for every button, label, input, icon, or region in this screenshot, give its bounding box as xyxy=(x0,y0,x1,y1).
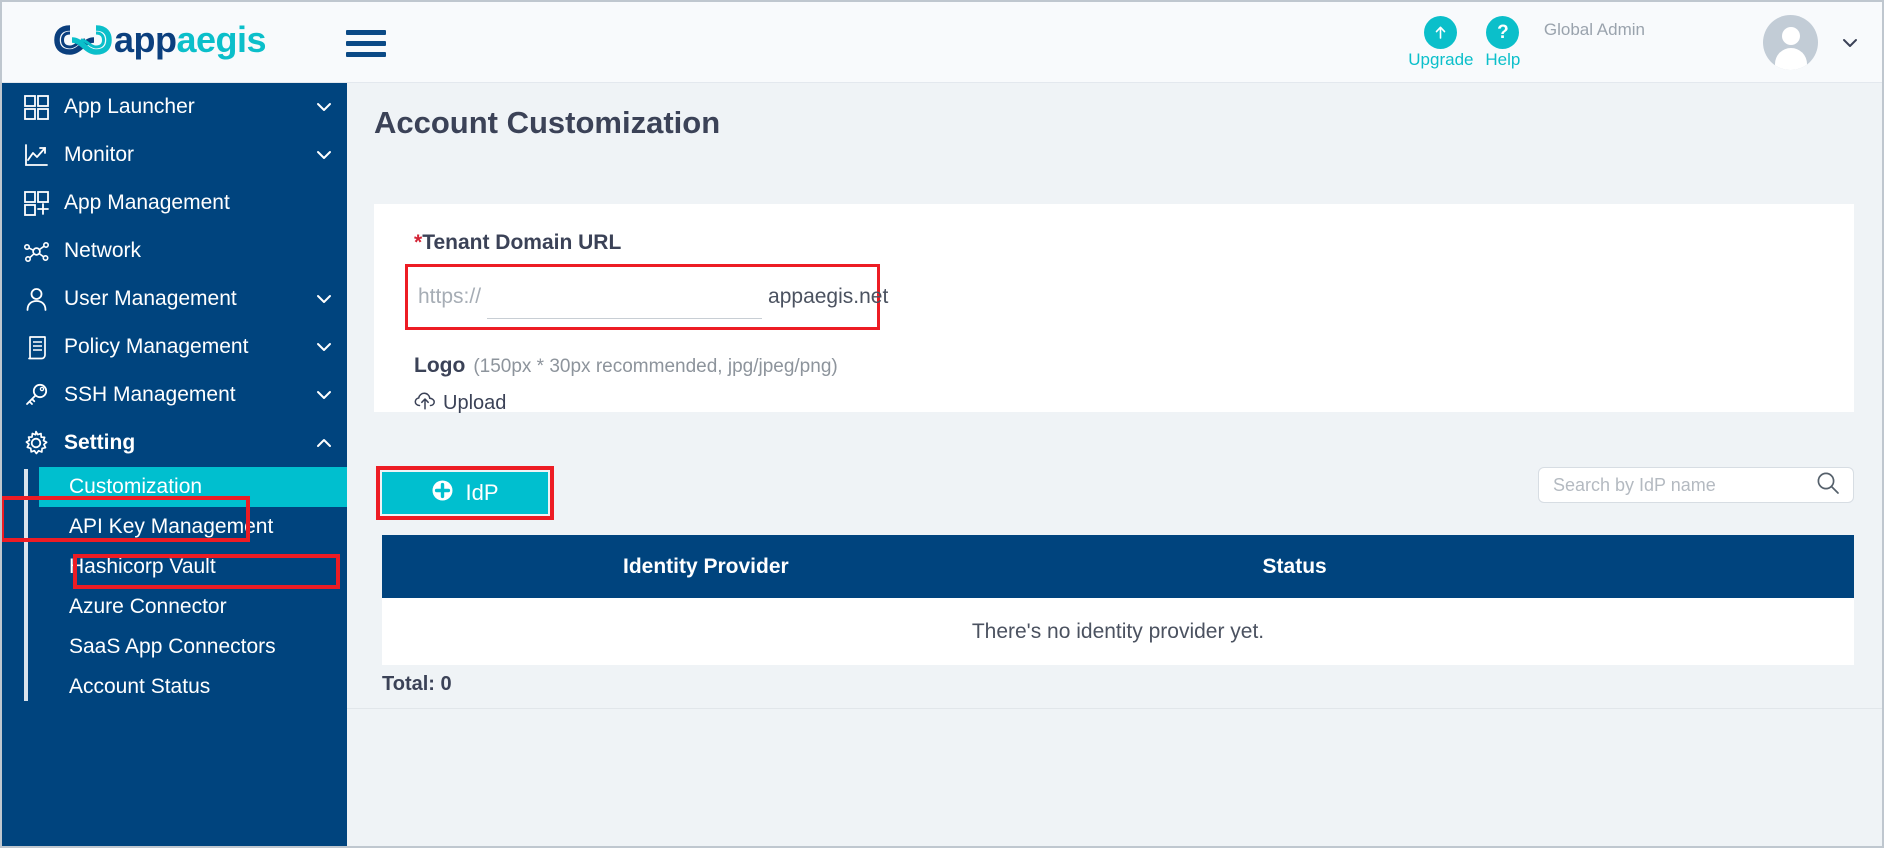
url-suffix-label: appaegis.net xyxy=(768,285,889,308)
sidebar-item-app-management[interactable]: App Management xyxy=(2,179,347,227)
column-header-status: Status xyxy=(1262,554,1327,578)
sidebar-item-label: User Management xyxy=(64,287,237,310)
sidebar-subitem-label: Customization xyxy=(69,475,203,498)
logo-section-label: Logo (150px * 30px recommended, jpg/jpeg… xyxy=(414,354,838,378)
sidebar-item-monitor[interactable]: Monitor xyxy=(2,131,347,179)
upload-label: Upload xyxy=(443,392,507,414)
sidebar-subitem-label: SaaS App Connectors xyxy=(69,635,276,658)
plus-circle-icon xyxy=(431,479,454,507)
sidebar-item-azure-connector[interactable]: Azure Connector xyxy=(2,587,347,627)
role-label: Global Admin xyxy=(1543,20,1645,39)
logo-label: Logo xyxy=(414,354,466,377)
chart-line-icon xyxy=(16,140,56,170)
sidebar-subitem-label: Azure Connector xyxy=(69,595,227,618)
document-icon xyxy=(16,332,56,362)
sidebar-subitem-label: Hashicorp Vault xyxy=(69,555,216,578)
sidebar-item-label: Network xyxy=(64,239,142,262)
sidebar-item-label: Setting xyxy=(64,431,136,454)
chevron-down-icon xyxy=(317,343,331,351)
column-header-identity-provider: Identity Provider xyxy=(622,554,789,578)
hamburger-bar xyxy=(346,40,386,46)
chevron-down-icon xyxy=(317,391,331,399)
sidebar-item-label: Policy Management xyxy=(64,335,249,358)
main-content: Account Customization *Tenant Domain URL… xyxy=(347,83,1882,846)
sidebar-item-hashicorp-vault[interactable]: Hashicorp Vault xyxy=(2,547,347,587)
chevron-up-icon xyxy=(317,439,331,447)
sidebar-item-policy-management[interactable]: Policy Management xyxy=(2,323,347,371)
sidebar-subitem-label: API Key Management xyxy=(69,515,274,538)
chevron-down-icon xyxy=(317,295,331,303)
upgrade-button[interactable]: Upgrade xyxy=(1408,16,1474,69)
sidebar-item-customization[interactable]: Customization xyxy=(39,467,347,507)
key-icon xyxy=(16,380,56,410)
logo-hint: (150px * 30px recommended, jpg/jpeg/png) xyxy=(473,356,838,377)
sidebar-item-app-launcher[interactable]: App Launcher xyxy=(2,83,347,131)
hamburger-bar xyxy=(346,29,386,35)
sidebar-item-label: Monitor xyxy=(64,143,135,166)
upgrade-arrow-icon xyxy=(1424,16,1458,49)
search-icon[interactable] xyxy=(1815,470,1841,501)
header-right-group: Upgrade ? Help Global Admin xyxy=(1408,2,1882,83)
hamburger-icon[interactable] xyxy=(346,28,386,58)
logo-upload-button[interactable]: Upload xyxy=(414,391,506,416)
search-input[interactable] xyxy=(1551,473,1815,497)
setting-submenu: Customization API Key Management Hashico… xyxy=(2,467,347,707)
appaegis-logo[interactable]: appaegis xyxy=(54,19,267,60)
chevron-down-icon xyxy=(317,103,331,111)
sidebar-item-setting[interactable]: Setting xyxy=(2,419,347,467)
sidebar-item-user-management[interactable]: User Management xyxy=(2,275,347,323)
gear-icon xyxy=(16,428,56,458)
sidebar-item-ssh-management[interactable]: SSH Management xyxy=(2,371,347,419)
avatar-body xyxy=(1774,48,1807,70)
logo-text-app: app xyxy=(114,19,177,60)
sidebar-navigation: App Launcher Monitor App Management Netw… xyxy=(2,83,347,846)
cloud-upload-icon xyxy=(414,391,436,416)
tenant-domain-label-text: Tenant Domain URL xyxy=(422,231,622,254)
sidebar-item-label: SSH Management xyxy=(64,383,236,406)
page-title: Account Customization xyxy=(374,105,721,140)
hamburger-bar xyxy=(346,51,386,57)
user-icon xyxy=(16,284,56,314)
help-question-icon: ? xyxy=(1486,16,1520,49)
table-empty-row: There's no identity provider yet. xyxy=(382,598,1854,665)
network-icon xyxy=(16,236,56,266)
infinity-logo-icon xyxy=(54,25,112,55)
add-idp-label: IdP xyxy=(465,480,499,505)
customization-card: *Tenant Domain URL https:// appaegis.net… xyxy=(374,204,1854,414)
sidebar-item-saas-app-connectors[interactable]: SaaS App Connectors xyxy=(2,627,347,667)
logo-text-aegis: aegis xyxy=(176,19,267,60)
idp-table: Identity Provider Status There's no iden… xyxy=(382,535,1854,665)
tenant-domain-label: *Tenant Domain URL xyxy=(414,231,621,255)
bottom-divider xyxy=(347,708,1882,709)
grid-plus-icon xyxy=(16,188,56,218)
empty-state-message: There's no identity provider yet. xyxy=(971,619,1265,643)
application-window: appaegis Upgrade ? Help Global Admin App… xyxy=(0,0,1884,848)
tenant-domain-input[interactable] xyxy=(487,280,763,319)
table-total-label: Total: 0 xyxy=(382,673,452,695)
idp-search-box[interactable] xyxy=(1538,467,1854,503)
table-header-row: Identity Provider Status xyxy=(382,535,1854,598)
sidebar-item-network[interactable]: Network xyxy=(2,227,347,275)
sidebar-subitem-label: Account Status xyxy=(69,675,211,698)
url-prefix-label: https:// xyxy=(418,285,482,308)
top-header: appaegis Upgrade ? Help Global Admin xyxy=(2,2,1882,83)
avatar[interactable] xyxy=(1763,15,1818,70)
help-button[interactable]: ? Help xyxy=(1472,16,1534,69)
annotation-box-tenant-url: https:// appaegis.net xyxy=(405,264,888,330)
help-label: Help xyxy=(1485,50,1521,69)
chevron-down-icon xyxy=(317,151,331,159)
chevron-down-icon[interactable] xyxy=(1840,33,1860,53)
avatar-head xyxy=(1781,27,1800,45)
sidebar-item-api-key-management[interactable]: API Key Management xyxy=(2,507,347,547)
tenant-url-field-group: https:// appaegis.net xyxy=(408,267,888,327)
upgrade-label: Upgrade xyxy=(1408,50,1474,69)
add-idp-button[interactable]: IdP xyxy=(382,472,548,514)
required-asterisk: * xyxy=(414,231,423,254)
sidebar-item-label: App Management xyxy=(64,191,230,214)
grid-icon xyxy=(16,92,56,122)
sidebar-item-account-status[interactable]: Account Status xyxy=(2,667,347,707)
sidebar-item-label: App Launcher xyxy=(64,95,195,118)
